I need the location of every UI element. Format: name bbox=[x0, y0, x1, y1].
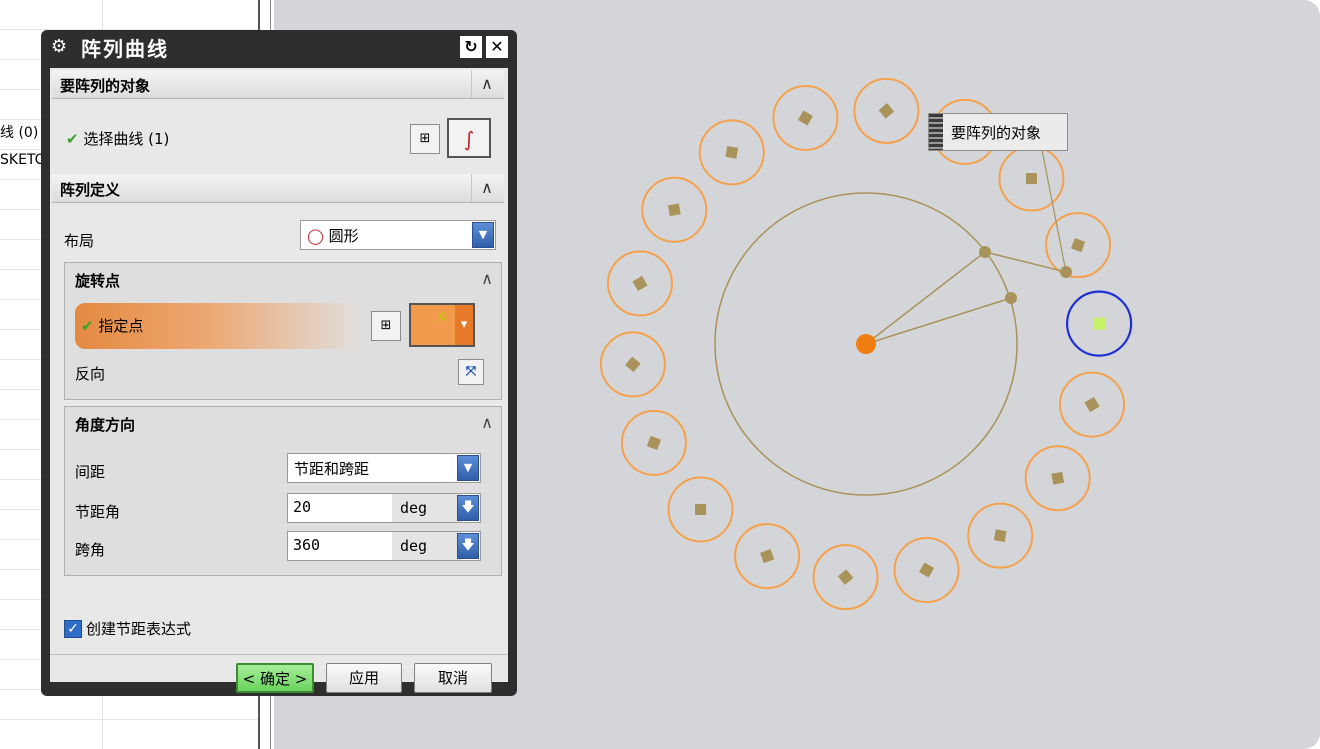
pitch-angle-value[interactable]: 20 bbox=[293, 498, 311, 516]
layout-value: 圆形 bbox=[328, 227, 359, 245]
gear-icon[interactable]: ⚙ bbox=[49, 37, 69, 57]
section-definition-header[interactable]: 阵列定义 ∧ bbox=[52, 174, 504, 203]
close-icon[interactable]: ✕ bbox=[486, 36, 508, 58]
array-instance-marker bbox=[725, 145, 739, 159]
inferred-point-dropdown[interactable]: ⚡ ▾ bbox=[409, 303, 475, 347]
pattern-curve-dialog: ⚙ 阵列曲线 ↻ ✕ 要阵列的对象 ∧ ✔ 选择曲线 (1) ⊞ ∫ 阵列定义 … bbox=[41, 30, 517, 696]
button-divider bbox=[50, 654, 508, 655]
tooltip-text: 要阵列的对象 bbox=[951, 123, 1042, 142]
array-instance-marker bbox=[1025, 173, 1037, 185]
chevron-down-icon[interactable]: ▾ bbox=[455, 305, 473, 345]
source-curve-marker bbox=[1093, 317, 1106, 330]
span-angle-field[interactable]: 360 deg 🡇 bbox=[287, 531, 481, 561]
span-angle-label: 跨角 bbox=[75, 541, 106, 559]
add-set-icon: ⊞ bbox=[419, 131, 431, 146]
create-expression-label: 创建节距表达式 bbox=[86, 620, 192, 638]
spacing-label: 间距 bbox=[75, 463, 106, 481]
chevron-down-icon[interactable]: ▼ bbox=[457, 455, 479, 481]
pivot-handle-line bbox=[865, 251, 986, 345]
reset-icon[interactable]: ↻ bbox=[460, 36, 482, 58]
reverse-label: 反向 bbox=[75, 365, 106, 383]
collapse-icon[interactable]: ∧ bbox=[481, 269, 493, 288]
pivot-group: 旋转点 ∧ ✔ 指定点 ⊞ ⚡ ▾ 反向 ⤧ bbox=[64, 262, 502, 400]
pitch-angle-unit: deg bbox=[392, 494, 462, 522]
point-dialog-icon: ⊞ bbox=[380, 318, 392, 333]
dialog-title: 阵列曲线 bbox=[81, 36, 169, 61]
spacing-value: 节距和跨距 bbox=[294, 460, 370, 478]
inferred-point-icon: ⚡ bbox=[435, 308, 449, 329]
section-objects-header[interactable]: 要阵列的对象 ∧ bbox=[52, 70, 504, 99]
select-curve-row[interactable]: ✔ 选择曲线 (1) bbox=[66, 128, 169, 149]
navigator-cell-count[interactable]: 线 (0) bbox=[0, 122, 38, 142]
span-angle-value[interactable]: 360 bbox=[293, 536, 320, 554]
collapse-icon[interactable]: ∧ bbox=[471, 174, 502, 202]
section-objects-title: 要阵列的对象 bbox=[60, 77, 151, 95]
pivot-handle-line bbox=[865, 297, 1012, 345]
collapse-icon[interactable]: ∧ bbox=[481, 413, 493, 432]
curve-select-button[interactable]: ∫ bbox=[447, 118, 491, 158]
layout-value-row: ◯ 圆形 bbox=[307, 225, 359, 246]
array-instance-marker bbox=[1071, 238, 1086, 253]
pitch-angle-label: 节距角 bbox=[75, 503, 121, 521]
cancel-button[interactable]: 取消 bbox=[414, 663, 492, 693]
pivot-handle-point bbox=[979, 246, 991, 258]
circular-layout-icon: ◯ bbox=[307, 227, 324, 245]
arrow-down-icon[interactable]: 🡇 bbox=[457, 533, 479, 559]
specify-point-text: ✔ 指定点 bbox=[81, 315, 143, 336]
chevron-down-icon[interactable]: ▼ bbox=[472, 222, 494, 248]
curve-icon: ∫ bbox=[463, 127, 475, 151]
pivot-handle-point bbox=[1005, 292, 1017, 304]
tooltip-grip-icon bbox=[929, 114, 943, 150]
section-definition-title: 阵列定义 bbox=[60, 181, 121, 199]
specify-point-label: 指定点 bbox=[98, 317, 144, 335]
dialog-titlebar[interactable]: ⚙ 阵列曲线 ↻ ✕ bbox=[41, 30, 517, 64]
curve-handle-point bbox=[1060, 266, 1072, 278]
collapse-icon[interactable]: ∧ bbox=[471, 70, 502, 98]
create-expression-checkbox[interactable]: ✓ bbox=[64, 620, 82, 638]
check-icon: ✔ bbox=[81, 317, 94, 335]
array-instance-marker bbox=[625, 356, 641, 373]
layout-dropdown[interactable]: ◯ 圆形 ▼ bbox=[300, 220, 496, 250]
pivot-group-header[interactable]: 旋转点 ∧ bbox=[65, 263, 501, 297]
specify-point-row[interactable]: ✔ 指定点 bbox=[75, 303, 363, 349]
add-new-set-button[interactable]: ⊞ bbox=[410, 124, 440, 154]
array-instance-marker bbox=[667, 203, 681, 217]
array-instance-marker bbox=[837, 569, 854, 585]
selection-tooltip: 要阵列的对象 bbox=[928, 113, 1068, 151]
array-instance-marker bbox=[993, 529, 1007, 543]
array-instance-marker bbox=[760, 549, 775, 564]
array-instance-marker bbox=[646, 435, 661, 450]
layout-label: 布局 bbox=[64, 232, 95, 250]
span-angle-unit: deg bbox=[392, 532, 462, 560]
array-instance-marker bbox=[797, 110, 813, 126]
select-curve-label: 选择曲线 (1) bbox=[83, 130, 170, 148]
dialog-body: 要阵列的对象 ∧ ✔ 选择曲线 (1) ⊞ ∫ 阵列定义 ∧ 布局 ◯ 圆形 ▼ bbox=[50, 68, 508, 693]
array-instance-marker bbox=[695, 503, 707, 515]
arrow-down-icon[interactable]: 🡇 bbox=[457, 495, 479, 521]
pivot-group-title: 旋转点 bbox=[75, 272, 121, 290]
array-instance-marker bbox=[878, 103, 895, 119]
check-icon: ✔ bbox=[66, 130, 79, 148]
apply-button[interactable]: 应用 bbox=[326, 663, 402, 693]
reverse-direction-icon: ⤧ bbox=[465, 364, 477, 379]
spacing-dropdown[interactable]: 节距和跨距 ▼ bbox=[287, 453, 481, 483]
array-instance-marker bbox=[632, 275, 648, 291]
rotation-center-point bbox=[856, 334, 876, 354]
pitch-angle-field[interactable]: 20 deg 🡇 bbox=[287, 493, 481, 523]
array-instance-marker bbox=[1084, 397, 1100, 413]
angle-group-header[interactable]: 角度方向 ∧ bbox=[65, 407, 501, 441]
array-instance-marker bbox=[1051, 471, 1065, 485]
reverse-direction-button[interactable]: ⤧ bbox=[458, 359, 484, 385]
ok-button[interactable]: < 确定 > bbox=[236, 663, 314, 693]
point-dialog-button[interactable]: ⊞ bbox=[371, 311, 401, 341]
angle-group-title: 角度方向 bbox=[75, 416, 136, 434]
angle-direction-group: 角度方向 ∧ 间距 节距和跨距 ▼ 节距角 20 deg 🡇 跨角 360 de… bbox=[64, 406, 502, 576]
array-instance-marker bbox=[919, 562, 935, 578]
